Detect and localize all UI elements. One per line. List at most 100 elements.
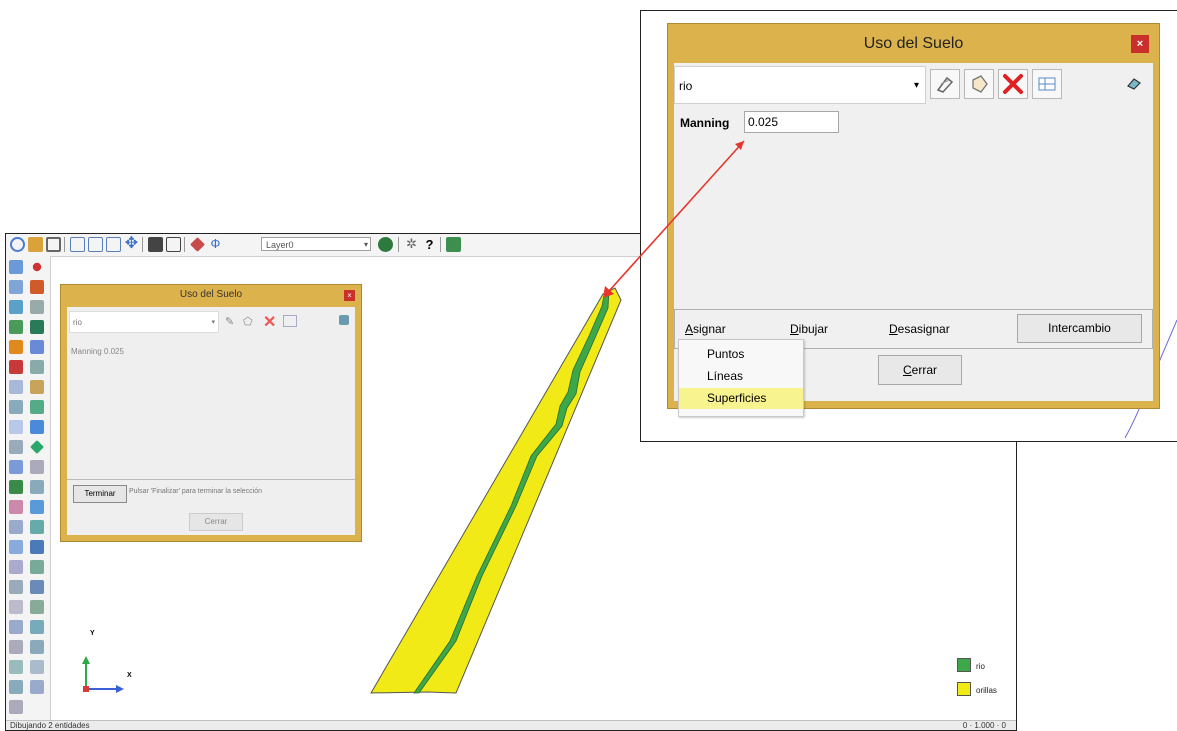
legend-swatch-orillas	[957, 682, 971, 696]
settings-icon[interactable]: ✲	[404, 237, 419, 252]
exit-icon[interactable]	[446, 237, 461, 252]
assign-menu: Puntos Líneas Superficies	[678, 339, 804, 417]
tool-icon[interactable]	[30, 600, 44, 614]
tool-icon[interactable]	[9, 280, 23, 294]
table-button[interactable]	[1032, 69, 1062, 99]
menu-item-puntos[interactable]: Puntos	[679, 344, 803, 365]
delete-icon[interactable]: ✕	[263, 312, 276, 332]
tool-icon[interactable]	[30, 320, 44, 334]
intercambio-button[interactable]: Intercambio	[1017, 314, 1142, 343]
tool-icon[interactable]	[30, 660, 44, 674]
terminar-button[interactable]: Terminar	[73, 485, 127, 503]
point-icon[interactable]	[32, 262, 42, 272]
tool-icon[interactable]	[9, 680, 23, 694]
tool-icon[interactable]	[30, 300, 44, 314]
tool-icon[interactable]	[30, 640, 44, 654]
tool-icon[interactable]	[9, 640, 23, 654]
tool-icon[interactable]	[30, 520, 44, 534]
tool-icon[interactable]	[30, 560, 44, 574]
tool-icon[interactable]	[9, 540, 23, 554]
tool-icon[interactable]	[30, 480, 44, 494]
tool-icon[interactable]	[30, 460, 44, 474]
tool-icon[interactable]	[9, 480, 23, 494]
tool-icon[interactable]	[9, 660, 23, 674]
pan-icon[interactable]: ✥	[124, 236, 139, 252]
eraser-icon[interactable]	[1126, 77, 1142, 91]
table-icon[interactable]	[283, 315, 297, 327]
properties-icon[interactable]: Ф	[208, 237, 223, 252]
delete-land-use-button[interactable]	[998, 69, 1028, 99]
tool-icon[interactable]	[30, 440, 44, 454]
tool-icon[interactable]	[9, 600, 23, 614]
small-cerrar-button[interactable]: Cerrar	[189, 513, 243, 531]
tool-icon[interactable]	[9, 620, 23, 634]
zoom-out-icon[interactable]	[88, 237, 103, 252]
tab-dibujar-mnemonic: D	[790, 322, 799, 336]
tab-asignar[interactable]: Asignar	[685, 322, 726, 336]
zoom-extents-icon[interactable]	[106, 237, 121, 252]
tool-icon[interactable]	[9, 520, 23, 534]
polygon-icon[interactable]: ⬠	[243, 315, 257, 329]
tool-icon[interactable]	[30, 580, 44, 594]
toolbar-separator	[142, 237, 143, 252]
save-icon[interactable]	[46, 237, 61, 252]
help-icon[interactable]: ?	[422, 237, 437, 252]
tool-icon[interactable]	[30, 340, 44, 354]
open-icon[interactable]	[28, 237, 43, 252]
tool-icon[interactable]	[9, 500, 23, 514]
menu-item-superficies[interactable]: Superficies	[679, 388, 803, 409]
edit-icon[interactable]: ✎	[225, 315, 239, 329]
tab-asignar-label: signar	[693, 322, 726, 336]
tab-desasignar-mnemonic: D	[889, 322, 898, 336]
tool-icon[interactable]	[9, 700, 23, 714]
close-button[interactable]: ×	[1131, 35, 1149, 53]
tool-icon[interactable]	[9, 460, 23, 474]
layer-select[interactable]: Layer0 ▾	[261, 237, 371, 251]
cerrar-mnemonic: C	[902, 363, 912, 377]
print-icon[interactable]	[166, 237, 181, 252]
legend-label-orillas: orillas	[976, 686, 997, 695]
toolbar-separator	[398, 237, 399, 252]
line-icon[interactable]	[30, 280, 44, 294]
tool-icon[interactable]	[9, 260, 23, 274]
tool-icon[interactable]	[30, 360, 44, 374]
draw-polygon-button[interactable]	[964, 69, 994, 99]
tool-icon[interactable]	[30, 380, 44, 394]
tool-icon[interactable]	[9, 320, 23, 334]
tool-icon[interactable]	[30, 400, 44, 414]
tab-desasignar[interactable]: Desasignar	[889, 322, 950, 336]
tool-icon[interactable]	[30, 500, 44, 514]
cerrar-button[interactable]: Cerrar	[878, 355, 962, 385]
menu-item-lineas[interactable]: Líneas	[679, 366, 803, 387]
edit-land-use-button[interactable]	[930, 69, 960, 99]
camera-icon[interactable]	[148, 237, 163, 252]
manning-field[interactable]	[744, 111, 839, 133]
tool-icon[interactable]	[30, 540, 44, 554]
new-icon[interactable]	[10, 237, 25, 252]
tool-icon[interactable]	[9, 360, 23, 374]
toolbar-separator	[440, 237, 441, 252]
color-icon[interactable]	[378, 237, 393, 252]
tab-dibujar[interactable]: Dibujar	[790, 322, 828, 336]
small-dialog-close-button[interactable]: ×	[344, 290, 355, 301]
tool-icon[interactable]	[9, 300, 23, 314]
small-land-use-select[interactable]: rio ▾	[69, 311, 219, 333]
tool-icon[interactable]	[9, 560, 23, 574]
tab-desasignar-label: esasignar	[897, 322, 950, 336]
tool-icon[interactable]	[9, 440, 23, 454]
tool-icon[interactable]	[9, 340, 23, 354]
tool-icon[interactable]	[9, 380, 23, 394]
small-dialog-title: Uso del Suelo	[179, 289, 243, 300]
eraser-icon[interactable]	[339, 315, 349, 325]
tool-icon[interactable]	[30, 680, 44, 694]
zoom-in-icon[interactable]	[70, 237, 85, 252]
layers-icon[interactable]	[190, 237, 205, 252]
tool-icon[interactable]	[30, 420, 44, 434]
tool-icon[interactable]	[9, 400, 23, 414]
tool-icon[interactable]	[30, 620, 44, 634]
tool-icon[interactable]	[9, 420, 23, 434]
land-use-combo[interactable]: rio ▾	[674, 66, 926, 104]
left-toolbar	[6, 256, 51, 722]
tab-asignar-mnemonic: A	[685, 322, 694, 336]
tool-icon[interactable]	[9, 580, 23, 594]
